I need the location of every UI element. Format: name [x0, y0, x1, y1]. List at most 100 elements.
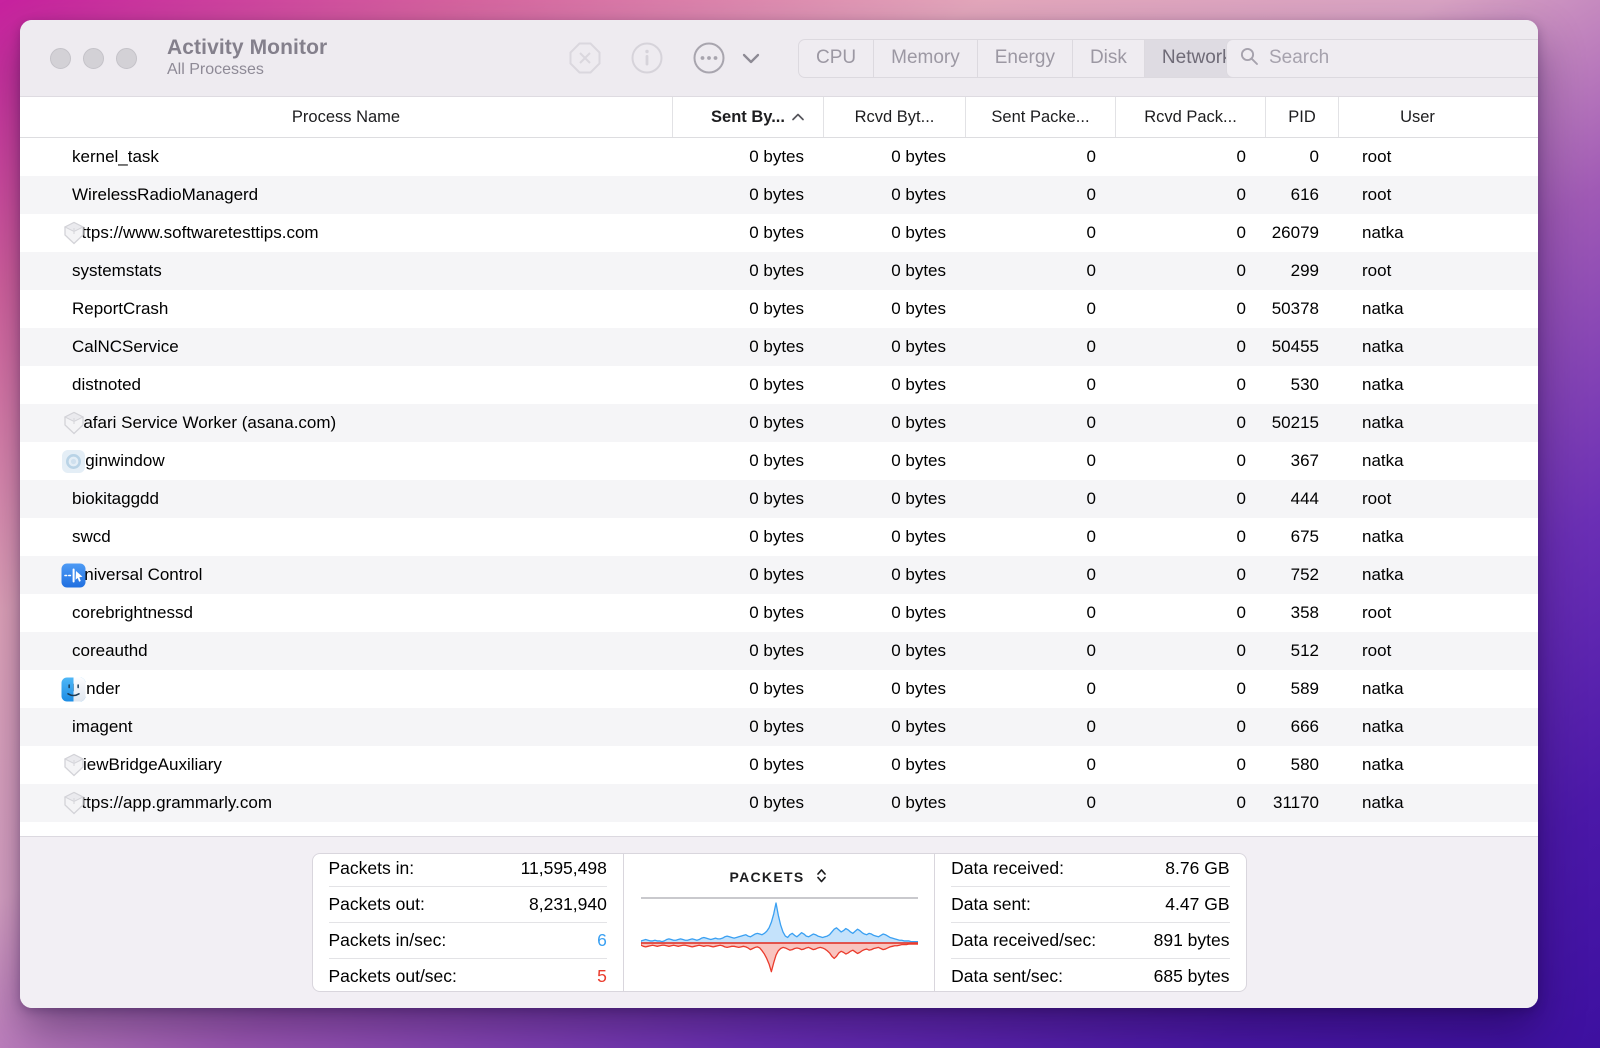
packet-stat-label: Packets out/sec: — [329, 966, 457, 987]
search-field[interactable]: Search — [1226, 39, 1538, 78]
table-row[interactable]: coreauthd0 bytes0 bytes00512root — [20, 632, 1538, 670]
cell-sent-packets: 0 — [965, 556, 1115, 594]
cell-rcvd-bytes: 0 bytes — [823, 290, 965, 328]
zoom-window-button[interactable] — [116, 48, 137, 69]
table-row[interactable]: distnoted0 bytes0 bytes00530natka — [20, 366, 1538, 404]
cell-sent-packets: 0 — [965, 670, 1115, 708]
loginwindow-icon — [61, 449, 86, 474]
tab-disk[interactable]: Disk — [1072, 40, 1144, 77]
cell-sent-bytes: 0 bytes — [672, 670, 823, 708]
cell-pid: 358 — [1265, 594, 1338, 632]
process-name-label: distnoted — [72, 375, 141, 395]
cell-sent-packets: 0 — [965, 366, 1115, 404]
cell-user: natka — [1338, 670, 1496, 708]
table-row[interactable]: ViewBridgeAuxiliary0 bytes0 bytes00580na… — [20, 746, 1538, 784]
cell-sent-packets: 0 — [965, 176, 1115, 214]
cell-sent-bytes: 0 bytes — [672, 290, 823, 328]
cell-user: root — [1338, 252, 1496, 290]
cell-sent-bytes: 0 bytes — [672, 214, 823, 252]
table-row[interactable]: kernel_task0 bytes0 bytes000root — [20, 138, 1538, 176]
cell-user: natka — [1338, 746, 1496, 784]
cell-pid: 50215 — [1265, 404, 1338, 442]
table-row[interactable]: https://www.softwaretesttips.com 0 bytes0… — [20, 214, 1538, 252]
graph-title-row[interactable]: PACKETS — [730, 866, 829, 888]
column-header-sent-bytes-label: Sent By... — [711, 108, 785, 127]
tab-energy[interactable]: Energy — [977, 40, 1072, 77]
cell-user: root — [1338, 480, 1496, 518]
cell-pid: 50455 — [1265, 328, 1338, 366]
table-row[interactable]: Finder0 bytes0 bytes00589natka — [20, 670, 1538, 708]
process-name-label: https://www.softwaretesttips.com — [72, 223, 319, 243]
cell-rcvd-bytes: 0 bytes — [823, 252, 965, 290]
cell-pid: 666 — [1265, 708, 1338, 746]
cell-pid: 26079 — [1265, 214, 1338, 252]
table-row[interactable]: systemstats0 bytes0 bytes00299root — [20, 252, 1538, 290]
info-circle-icon[interactable] — [630, 41, 664, 75]
column-header-rcvd-packets[interactable]: Rcvd Pack... — [1115, 97, 1265, 137]
close-window-button[interactable] — [50, 48, 71, 69]
cell-rcvd-bytes: 0 bytes — [823, 138, 965, 176]
cell-rcvd-bytes: 0 bytes — [823, 556, 965, 594]
table-row[interactable]: imagent0 bytes0 bytes00666natka — [20, 708, 1538, 746]
cell-rcvd-packets: 0 — [1115, 556, 1265, 594]
data-stat-row: Data sent:4.47 GB — [951, 887, 1229, 923]
data-stat-value: 4.47 GB — [1165, 894, 1229, 915]
xpc-service-icon — [61, 753, 86, 778]
cell-process-name: ReportCrash — [20, 290, 672, 328]
cell-rcvd-packets: 0 — [1115, 404, 1265, 442]
cell-pid: 616 — [1265, 176, 1338, 214]
cell-sent-packets: 0 — [965, 632, 1115, 670]
table-row[interactable]: corebrightnessd0 bytes0 bytes00358root — [20, 594, 1538, 632]
cell-process-name: WirelessRadioManagerd — [20, 176, 672, 214]
table-row[interactable]: CalNCService0 bytes0 bytes0050455natka — [20, 328, 1538, 366]
cell-sent-bytes: 0 bytes — [672, 176, 823, 214]
cell-user: natka — [1338, 214, 1496, 252]
process-name-label: imagent — [72, 717, 132, 737]
cell-rcvd-bytes: 0 bytes — [823, 708, 965, 746]
column-header-pid[interactable]: PID — [1265, 97, 1338, 137]
packet-stat-value: 5 — [597, 966, 607, 987]
minimize-window-button[interactable] — [83, 48, 104, 69]
cell-user: root — [1338, 138, 1496, 176]
stop-octagon-icon[interactable] — [568, 41, 602, 75]
process-table[interactable]: kernel_task0 bytes0 bytes000rootWireless… — [20, 138, 1538, 836]
column-header-rcvd-bytes[interactable]: Rcvd Byt... — [823, 97, 965, 137]
process-name-label: Universal Control — [72, 565, 202, 585]
cell-sent-packets: 0 — [965, 784, 1115, 822]
column-header-user[interactable]: User — [1338, 97, 1496, 137]
tab-cpu[interactable]: CPU — [799, 40, 873, 77]
data-stat-label: Data sent/sec: — [951, 966, 1063, 987]
table-row[interactable]: loginwindow0 bytes0 bytes00367natka — [20, 442, 1538, 480]
cell-user: natka — [1338, 556, 1496, 594]
table-row[interactable]: Safari Service Worker (asana.com)0 bytes… — [20, 404, 1538, 442]
table-row[interactable]: Universal Control0 bytes0 bytes00752natk… — [20, 556, 1538, 594]
tab-memory[interactable]: Memory — [873, 40, 977, 77]
cell-sent-bytes: 0 bytes — [672, 138, 823, 176]
table-row[interactable]: biokitaggdd0 bytes0 bytes00444root — [20, 480, 1538, 518]
traffic-lights — [50, 48, 137, 69]
table-row[interactable]: swcd0 bytes0 bytes00675natka — [20, 518, 1538, 556]
cell-user: natka — [1338, 290, 1496, 328]
cell-sent-packets: 0 — [965, 708, 1115, 746]
cell-pid: 530 — [1265, 366, 1338, 404]
packet-stat-value: 11,595,498 — [521, 858, 607, 879]
cell-sent-packets: 0 — [965, 518, 1115, 556]
packet-stat-value: 8,231,940 — [529, 894, 607, 915]
table-row[interactable]: WirelessRadioManagerd0 bytes0 bytes00616… — [20, 176, 1538, 214]
process-name-label: ViewBridgeAuxiliary — [72, 755, 222, 775]
table-row[interactable]: ReportCrash0 bytes0 bytes0050378natka — [20, 290, 1538, 328]
packet-stat-label: Packets in/sec: — [329, 930, 447, 951]
cell-rcvd-bytes: 0 bytes — [823, 214, 965, 252]
cell-process-name: Safari Service Worker (asana.com) — [20, 404, 672, 442]
column-header-sent-bytes[interactable]: Sent By... — [672, 97, 823, 137]
column-header-sent-packets[interactable]: Sent Packe... — [965, 97, 1115, 137]
data-stat-value: 8.76 GB — [1165, 858, 1229, 879]
more-options-icon[interactable] — [692, 41, 726, 75]
column-header-process-name[interactable]: Process Name — [20, 97, 672, 137]
updown-chevron-icon[interactable] — [815, 866, 828, 888]
chevron-down-icon[interactable] — [738, 45, 764, 71]
cell-rcvd-bytes: 0 bytes — [823, 746, 965, 784]
cell-process-name: Finder — [20, 670, 672, 708]
cell-sent-bytes: 0 bytes — [672, 442, 823, 480]
table-row[interactable]: https://app.grammarly.com0 bytes0 bytes0… — [20, 784, 1538, 822]
